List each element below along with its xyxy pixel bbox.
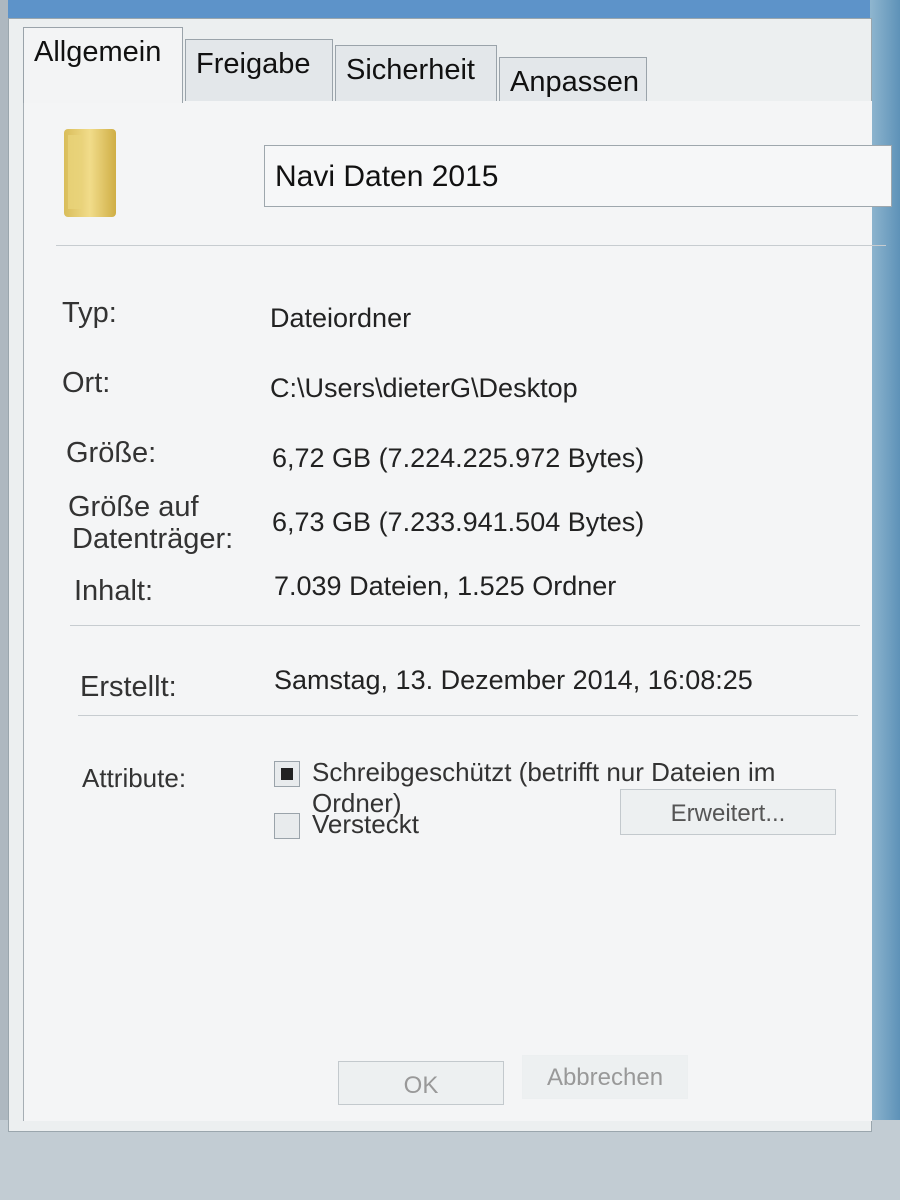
separator <box>56 245 886 246</box>
tab-label: Sicherheit <box>346 54 475 86</box>
location-value: C:\Users\dieterG\Desktop <box>270 373 578 403</box>
window-frame-left <box>0 0 8 1200</box>
hidden-checkbox[interactable] <box>274 813 300 839</box>
size-on-disk-label-line1: Größe auf <box>68 491 199 523</box>
contents-value: 7.039 Dateien, 1.525 Ordner <box>274 571 617 601</box>
folder-name-field[interactable]: Navi Daten 2015 <box>264 145 892 207</box>
separator <box>78 715 858 716</box>
indeterminate-mark <box>281 768 293 780</box>
tab-label: Anpassen <box>510 66 639 98</box>
advanced-button-label: Erweitert... <box>670 800 786 827</box>
advanced-button[interactable]: Erweitert... <box>620 789 836 835</box>
properties-dialog: Allgemein Freigabe Sicherheit Anpassen N… <box>8 18 892 1132</box>
cancel-button-label: Abbrechen <box>546 1064 664 1091</box>
tab-label: Allgemein <box>34 36 162 68</box>
tab-freigabe[interactable]: Freigabe <box>185 39 333 101</box>
tab-label: Freigabe <box>196 48 311 80</box>
ok-button-label: OK <box>403 1072 439 1099</box>
contents-label: Inhalt: <box>74 575 153 607</box>
type-value: Dateiordner <box>270 303 412 333</box>
created-value: Samstag, 13. Dezember 2014, 16:08:25 <box>274 665 753 695</box>
size-label: Größe: <box>66 437 157 469</box>
tab-strip: Allgemein Freigabe Sicherheit Anpassen <box>23 27 647 113</box>
type-label: Typ: <box>62 297 117 329</box>
hidden-label: Versteckt <box>312 809 419 839</box>
cancel-button[interactable]: Abbrechen <box>522 1055 688 1099</box>
size-on-disk-label-line2: Datenträger: <box>72 523 234 555</box>
tab-sicherheit[interactable]: Sicherheit <box>335 45 497 105</box>
location-label: Ort: <box>62 367 111 399</box>
folder-name-text: Navi Daten 2015 <box>275 160 499 193</box>
general-tab-panel: Navi Daten 2015 Typ: Dateiordner Ort: C:… <box>23 101 892 1121</box>
ok-button[interactable]: OK <box>338 1061 504 1105</box>
created-label: Erstellt: <box>80 671 177 703</box>
size-on-disk-value: 6,73 GB (7.233.941.504 Bytes) <box>272 507 645 537</box>
folder-icon <box>58 121 122 225</box>
attributes-label: Attribute: <box>82 763 187 793</box>
readonly-checkbox[interactable] <box>274 761 300 787</box>
window-frame-bottom <box>0 1120 900 1200</box>
size-value: 6,72 GB (7.224.225.972 Bytes) <box>272 443 645 473</box>
tab-allgemein[interactable]: Allgemein <box>23 27 183 103</box>
separator <box>70 625 860 626</box>
